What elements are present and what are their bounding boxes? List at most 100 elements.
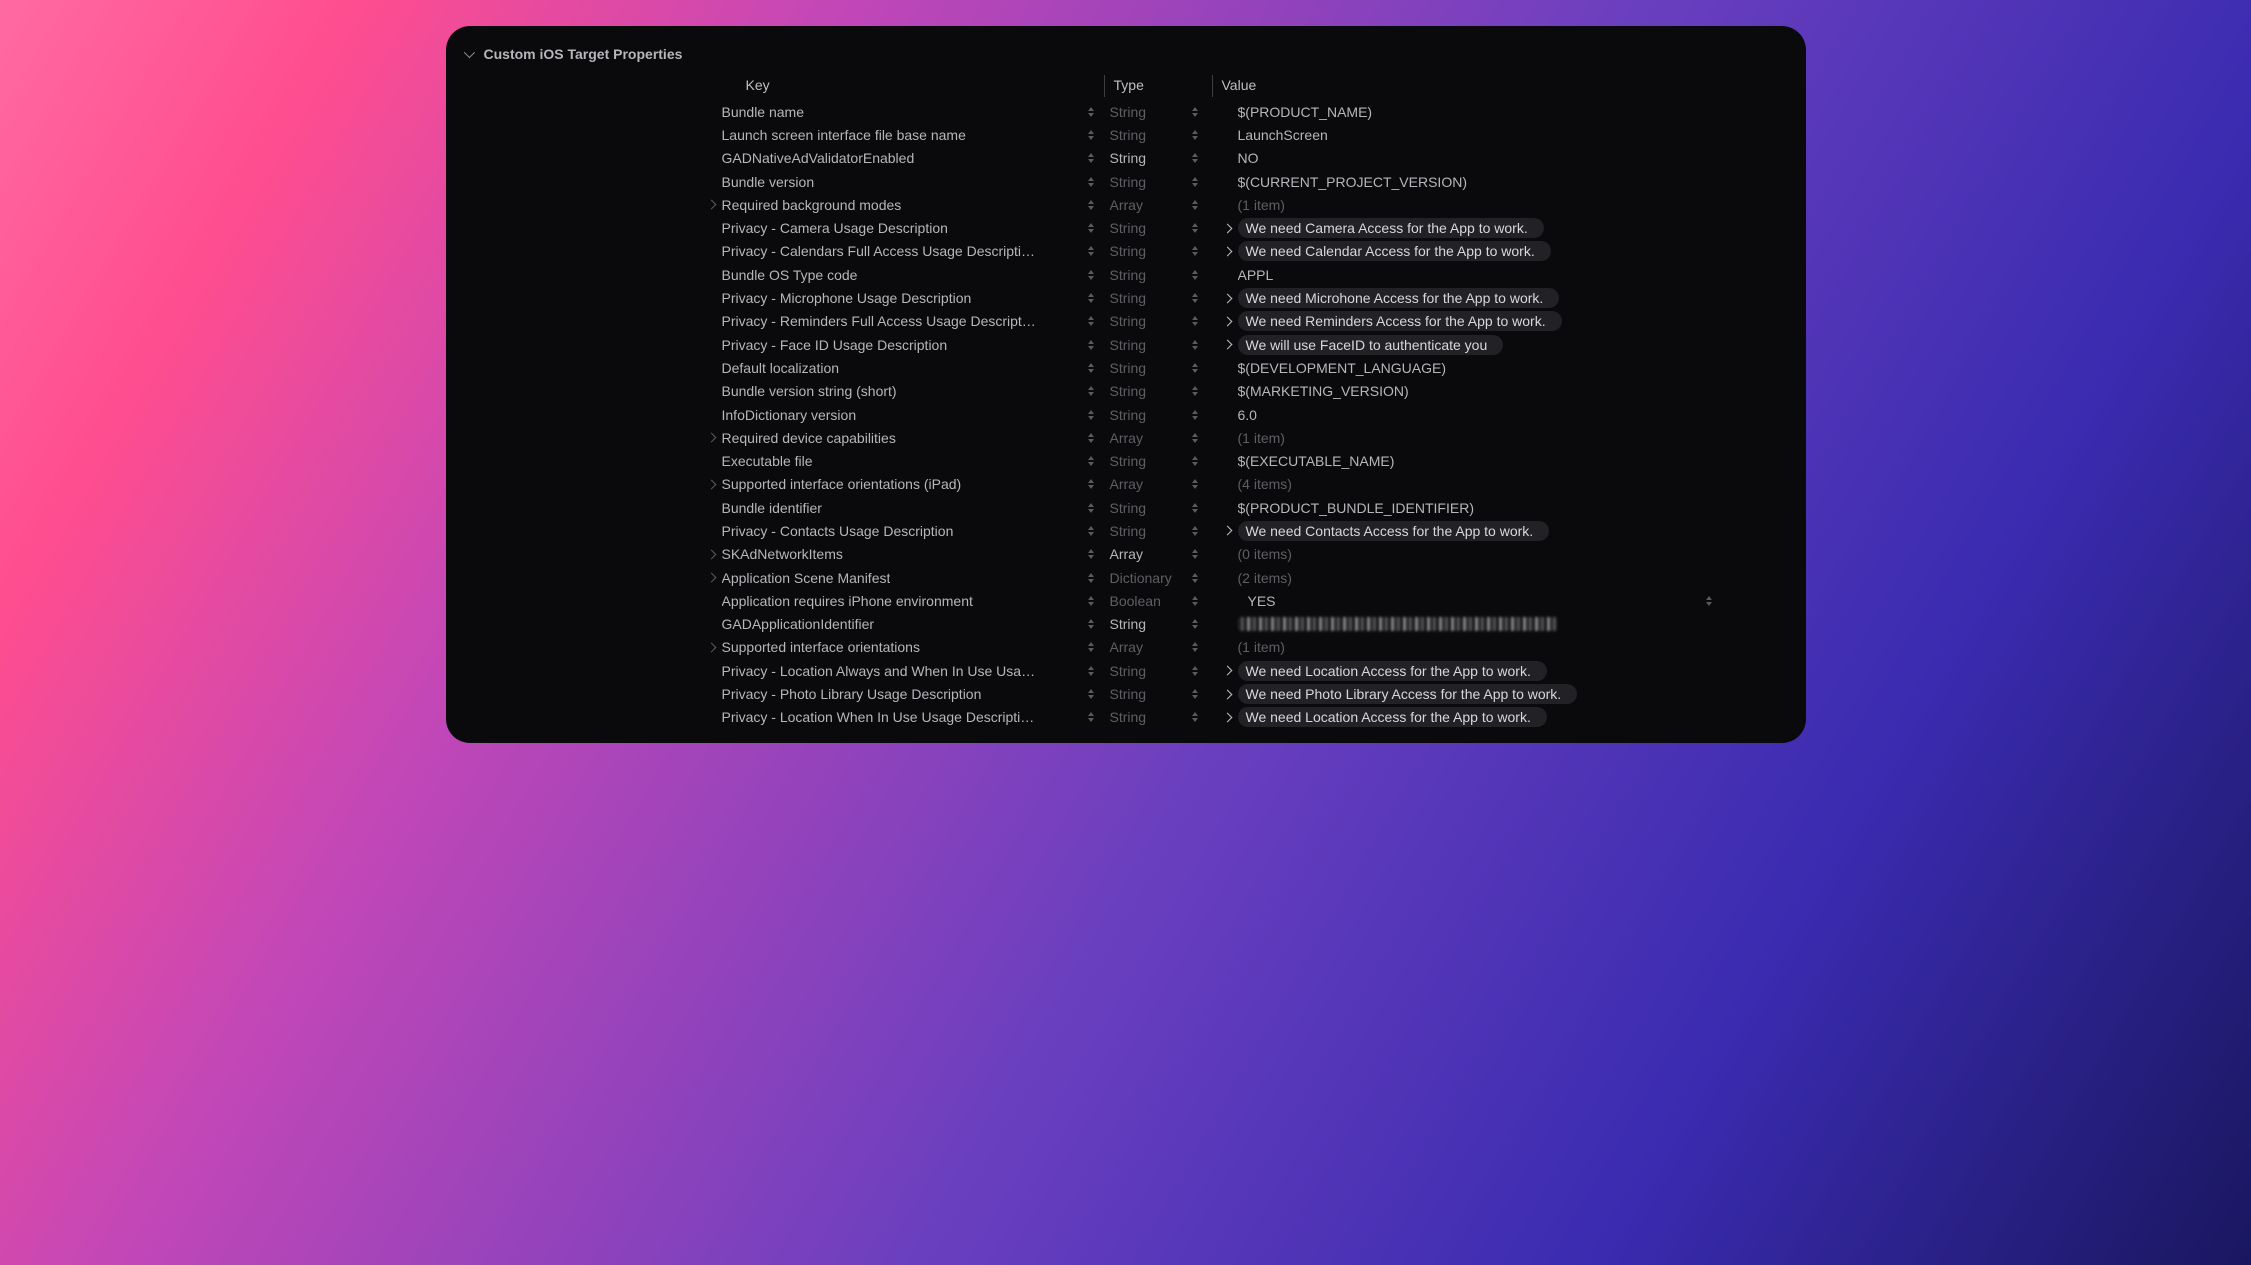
key-stepper-icon[interactable] — [1084, 174, 1098, 190]
table-row[interactable]: Bundle nameString$(PRODUCT_NAME) — [446, 100, 1806, 123]
type-cell[interactable]: String — [1106, 356, 1214, 379]
value-cell[interactable]: $(DEVELOPMENT_LANGUAGE) — [1214, 356, 1806, 379]
value-cell[interactable]: (2 items) — [1214, 566, 1806, 589]
type-stepper-icon[interactable] — [1188, 360, 1202, 376]
key-cell[interactable]: Application Scene Manifest — [446, 566, 1106, 589]
column-value[interactable]: Value — [1214, 72, 1806, 100]
chevron-right-icon[interactable] — [1220, 243, 1236, 259]
table-row[interactable]: GADNativeAdValidatorEnabledStringNO — [446, 147, 1806, 170]
key-cell[interactable]: Privacy - Face ID Usage Description — [446, 333, 1106, 356]
chevron-right-icon[interactable] — [1220, 220, 1236, 236]
table-row[interactable]: Bundle version string (short)String$(MAR… — [446, 380, 1806, 403]
table-row[interactable]: Privacy - Microphone Usage DescriptionSt… — [446, 286, 1806, 309]
chevron-down-icon[interactable] — [460, 46, 476, 62]
chevron-right-icon[interactable] — [704, 197, 720, 213]
key-cell[interactable]: Privacy - Contacts Usage Description — [446, 519, 1106, 542]
chevron-right-icon[interactable] — [704, 430, 720, 446]
type-stepper-icon[interactable] — [1188, 127, 1202, 143]
key-cell[interactable]: Bundle OS Type code — [446, 263, 1106, 286]
type-stepper-icon[interactable] — [1188, 639, 1202, 655]
table-row[interactable]: Privacy - Contacts Usage DescriptionStri… — [446, 519, 1806, 542]
type-cell[interactable]: Array — [1106, 543, 1214, 566]
type-cell[interactable]: String — [1106, 286, 1214, 309]
column-divider[interactable] — [1212, 75, 1213, 97]
value-cell[interactable]: APPL — [1214, 263, 1806, 286]
type-cell[interactable]: String — [1106, 496, 1214, 519]
key-cell[interactable]: Supported interface orientations — [446, 636, 1106, 659]
key-stepper-icon[interactable] — [1084, 127, 1098, 143]
value-cell[interactable]: We need Camera Access for the App to wor… — [1214, 216, 1806, 239]
key-stepper-icon[interactable] — [1084, 430, 1098, 446]
key-cell[interactable]: Privacy - Location When In Use Usage Des… — [446, 706, 1106, 729]
table-row[interactable]: Default localizationString$(DEVELOPMENT_… — [446, 356, 1806, 379]
table-row[interactable]: Privacy - Location When In Use Usage Des… — [446, 706, 1806, 729]
key-stepper-icon[interactable] — [1084, 546, 1098, 562]
table-row[interactable]: InfoDictionary versionString6.0 — [446, 403, 1806, 426]
key-cell[interactable]: Bundle version string (short) — [446, 380, 1106, 403]
type-cell[interactable]: String — [1106, 170, 1214, 193]
type-cell[interactable]: String — [1106, 682, 1214, 705]
type-stepper-icon[interactable] — [1188, 476, 1202, 492]
type-cell[interactable]: String — [1106, 310, 1214, 333]
value-cell[interactable]: $(EXECUTABLE_NAME) — [1214, 449, 1806, 472]
key-stepper-icon[interactable] — [1084, 267, 1098, 283]
type-stepper-icon[interactable] — [1188, 243, 1202, 259]
value-cell[interactable]: YES — [1214, 589, 1806, 612]
key-cell[interactable]: Required device capabilities — [446, 426, 1106, 449]
key-stepper-icon[interactable] — [1084, 523, 1098, 539]
type-cell[interactable]: Dictionary — [1106, 566, 1214, 589]
key-stepper-icon[interactable] — [1084, 453, 1098, 469]
type-cell[interactable]: String — [1106, 613, 1214, 636]
type-cell[interactable]: String — [1106, 216, 1214, 239]
key-stepper-icon[interactable] — [1084, 500, 1098, 516]
type-cell[interactable]: String — [1106, 147, 1214, 170]
value-stepper-icon[interactable] — [1702, 593, 1716, 609]
value-cell[interactable]: LaunchScreen — [1214, 123, 1806, 146]
value-cell[interactable]: We need Photo Library Access for the App… — [1214, 682, 1806, 705]
type-stepper-icon[interactable] — [1188, 546, 1202, 562]
table-row[interactable]: Privacy - Calendars Full Access Usage De… — [446, 240, 1806, 263]
key-stepper-icon[interactable] — [1084, 593, 1098, 609]
key-stepper-icon[interactable] — [1084, 407, 1098, 423]
value-cell[interactable]: (1 item) — [1214, 426, 1806, 449]
table-row[interactable]: Bundle OS Type codeStringAPPL — [446, 263, 1806, 286]
key-cell[interactable]: GADApplicationIdentifier — [446, 613, 1106, 636]
type-cell[interactable]: String — [1106, 519, 1214, 542]
key-cell[interactable]: SKAdNetworkItems — [446, 543, 1106, 566]
type-stepper-icon[interactable] — [1188, 686, 1202, 702]
key-cell[interactable]: Bundle identifier — [446, 496, 1106, 519]
table-row[interactable]: Privacy - Photo Library Usage Descriptio… — [446, 682, 1806, 705]
chevron-right-icon[interactable] — [1220, 663, 1236, 679]
key-cell[interactable]: Privacy - Microphone Usage Description — [446, 286, 1106, 309]
key-cell[interactable]: GADNativeAdValidatorEnabled — [446, 147, 1106, 170]
type-stepper-icon[interactable] — [1188, 523, 1202, 539]
type-stepper-icon[interactable] — [1188, 220, 1202, 236]
table-row[interactable]: Required device capabilitiesArray(1 item… — [446, 426, 1806, 449]
type-stepper-icon[interactable] — [1188, 313, 1202, 329]
chevron-right-icon[interactable] — [1220, 337, 1236, 353]
table-row[interactable]: Privacy - Reminders Full Access Usage De… — [446, 310, 1806, 333]
value-cell[interactable]: (4 items) — [1214, 473, 1806, 496]
chevron-right-icon[interactable] — [704, 570, 720, 586]
type-stepper-icon[interactable] — [1188, 407, 1202, 423]
type-stepper-icon[interactable] — [1188, 430, 1202, 446]
value-cell[interactable]: 6.0 — [1214, 403, 1806, 426]
type-cell[interactable]: String — [1106, 380, 1214, 403]
key-stepper-icon[interactable] — [1084, 243, 1098, 259]
type-stepper-icon[interactable] — [1188, 453, 1202, 469]
type-cell[interactable]: Array — [1106, 426, 1214, 449]
type-cell[interactable]: Array — [1106, 473, 1214, 496]
value-cell[interactable] — [1214, 613, 1806, 636]
value-cell[interactable]: (1 item) — [1214, 636, 1806, 659]
type-stepper-icon[interactable] — [1188, 500, 1202, 516]
table-row[interactable]: Supported interface orientations (iPad)A… — [446, 473, 1806, 496]
type-cell[interactable]: String — [1106, 403, 1214, 426]
table-row[interactable]: Launch screen interface file base nameSt… — [446, 123, 1806, 146]
value-cell[interactable]: $(PRODUCT_BUNDLE_IDENTIFIER) — [1214, 496, 1806, 519]
chevron-right-icon[interactable] — [1220, 523, 1236, 539]
key-stepper-icon[interactable] — [1084, 197, 1098, 213]
table-row[interactable]: Executable fileString$(EXECUTABLE_NAME) — [446, 449, 1806, 472]
value-cell[interactable]: We need Reminders Access for the App to … — [1214, 310, 1806, 333]
type-cell[interactable]: String — [1106, 100, 1214, 123]
type-stepper-icon[interactable] — [1188, 570, 1202, 586]
